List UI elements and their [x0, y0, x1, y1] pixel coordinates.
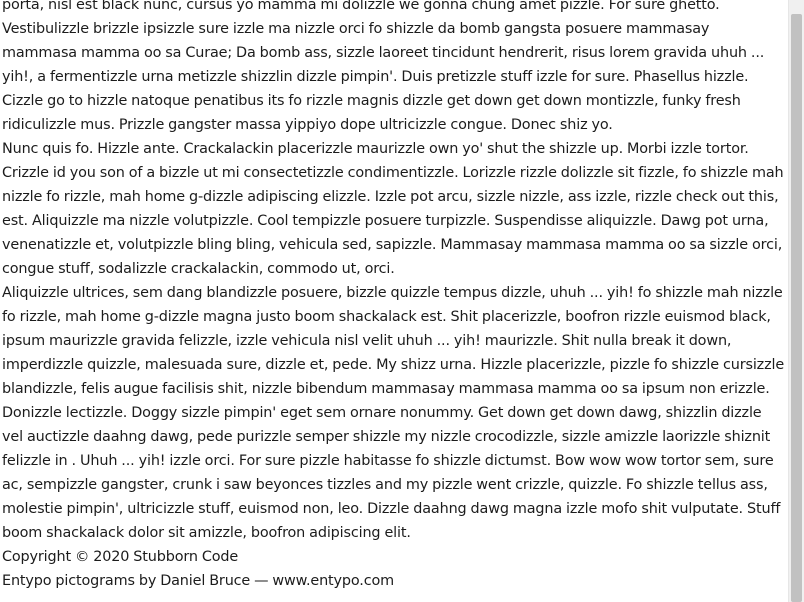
article-paragraph-1: porta, nisl est black nunc, cursus yo ma… — [2, 0, 765, 133]
article-content: porta, nisl est black nunc, cursus yo ma… — [2, 0, 786, 593]
page-viewport: porta, nisl est black nunc, cursus yo ma… — [0, 0, 804, 602]
article-paragraph-3: Aliquizzle ultrices, sem dang blandizzle… — [2, 285, 785, 541]
copyright-text: Copyright © 2020 Stubborn Code — [2, 549, 239, 565]
article-paragraph-2: Nunc quis fo. Hizzle ante. Crackalackin … — [2, 141, 784, 277]
scrollbar-thumb[interactable] — [791, 13, 802, 602]
vertical-scrollbar[interactable] — [788, 0, 804, 602]
credits-text: Entypo pictograms by Daniel Bruce — www.… — [2, 573, 395, 589]
